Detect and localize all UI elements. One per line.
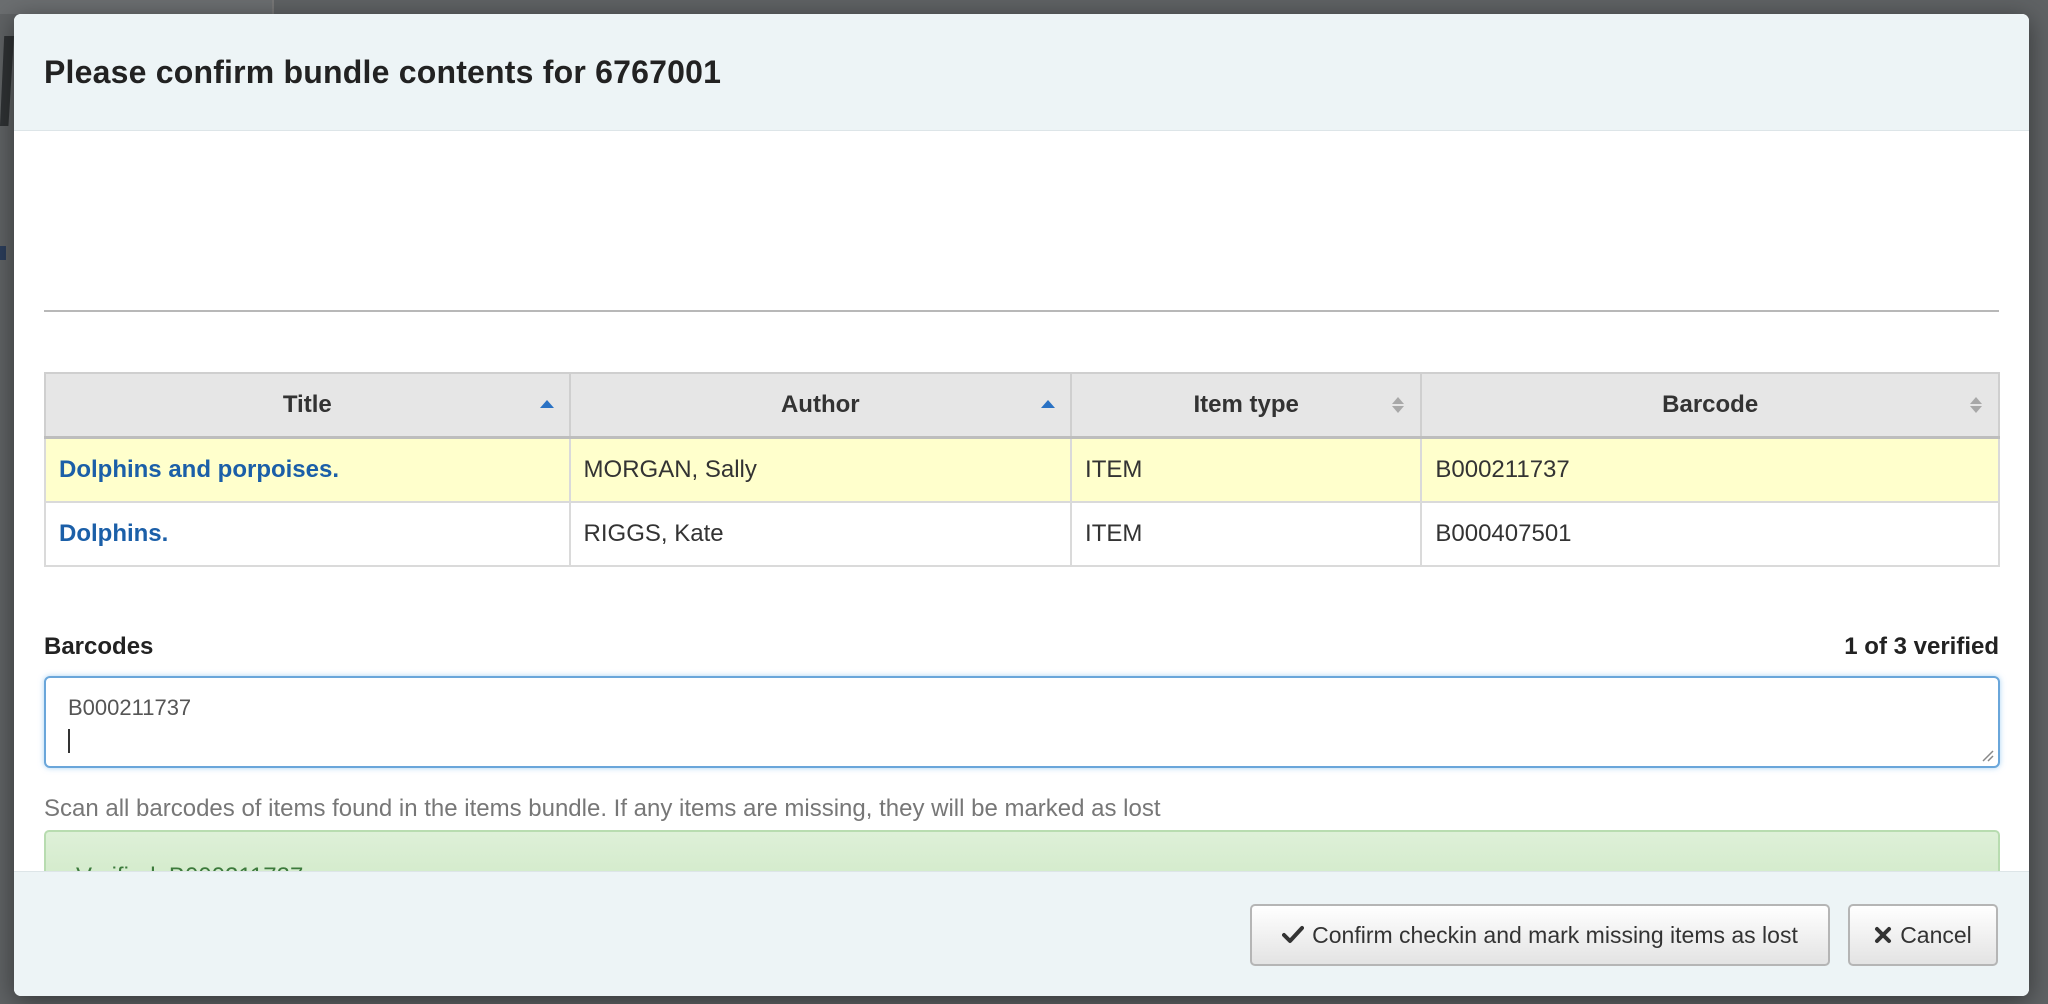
check-icon	[1282, 926, 1305, 943]
cell-author: RIGGS, Kate	[568, 501, 1073, 567]
cell-title: Dolphins.	[44, 501, 571, 567]
divider	[44, 310, 1999, 312]
cancel-button[interactable]: Cancel	[1848, 904, 1998, 966]
table-row: Dolphins. RIGGS, Kate ITEM B000407501	[44, 501, 2000, 567]
column-header-label: Item type	[1193, 391, 1299, 418]
barcodes-help-text: Scan all barcodes of items found in the …	[44, 795, 1161, 822]
barcodes-textarea-value: B000211737	[68, 695, 192, 720]
verified-count: 1 of 3 verified	[1844, 633, 1999, 660]
text-caret	[68, 729, 70, 754]
cell-item-type: ITEM	[1070, 501, 1423, 567]
column-header-title[interactable]: Title	[44, 372, 571, 439]
sort-both-icon	[1392, 397, 1405, 413]
cancel-label: Cancel	[1900, 921, 1972, 948]
background-logo-fragment	[0, 36, 14, 126]
confirm-checkin-label: Confirm checkin and mark missing items a…	[1312, 921, 1798, 948]
column-header-label: Author	[780, 391, 860, 418]
column-header-barcode[interactable]: Barcode	[1420, 372, 2000, 439]
modal-footer: Confirm checkin and mark missing items a…	[14, 871, 2029, 996]
modal-header: Please confirm bundle contents for 67670…	[14, 14, 2029, 131]
barcodes-label: Barcodes	[44, 633, 154, 660]
title-link[interactable]: Dolphins and porpoises.	[59, 456, 339, 483]
barcodes-textarea[interactable]: B000211737	[44, 676, 2000, 768]
background-link-fragment	[0, 246, 6, 260]
resize-grip-icon[interactable]	[1980, 748, 1994, 762]
sort-ascending-icon	[1041, 400, 1056, 408]
confirm-checkin-button[interactable]: Confirm checkin and mark missing items a…	[1250, 904, 1830, 966]
cell-barcode: B000407501	[1420, 501, 2000, 567]
cell-title: Dolphins and porpoises.	[44, 436, 571, 503]
modal-title: Please confirm bundle contents for 67670…	[44, 53, 722, 90]
close-icon	[1875, 927, 1892, 943]
column-header-item-type[interactable]: Item type	[1070, 372, 1423, 439]
confirm-bundle-modal: Please confirm bundle contents for 67670…	[14, 14, 2029, 996]
background-header-strip	[0, 0, 274, 14]
column-header-label: Barcode	[1662, 391, 1759, 418]
sort-ascending-icon	[539, 400, 554, 408]
column-header-label: Title	[282, 391, 332, 418]
table-header-row: Title Author Item type Barcode	[44, 372, 2000, 439]
cell-author: MORGAN, Sally	[568, 436, 1073, 503]
sort-both-icon	[1970, 397, 1982, 413]
bundle-items-table: Title Author Item type Barcode Dolphins …	[44, 372, 2000, 567]
title-link[interactable]: Dolphins.	[59, 520, 168, 547]
cell-item-type: ITEM	[1070, 436, 1423, 503]
column-header-author[interactable]: Author	[568, 372, 1073, 439]
cell-barcode: B000211737	[1420, 436, 2000, 503]
table-row: Dolphins and porpoises. MORGAN, Sally IT…	[44, 436, 2000, 503]
